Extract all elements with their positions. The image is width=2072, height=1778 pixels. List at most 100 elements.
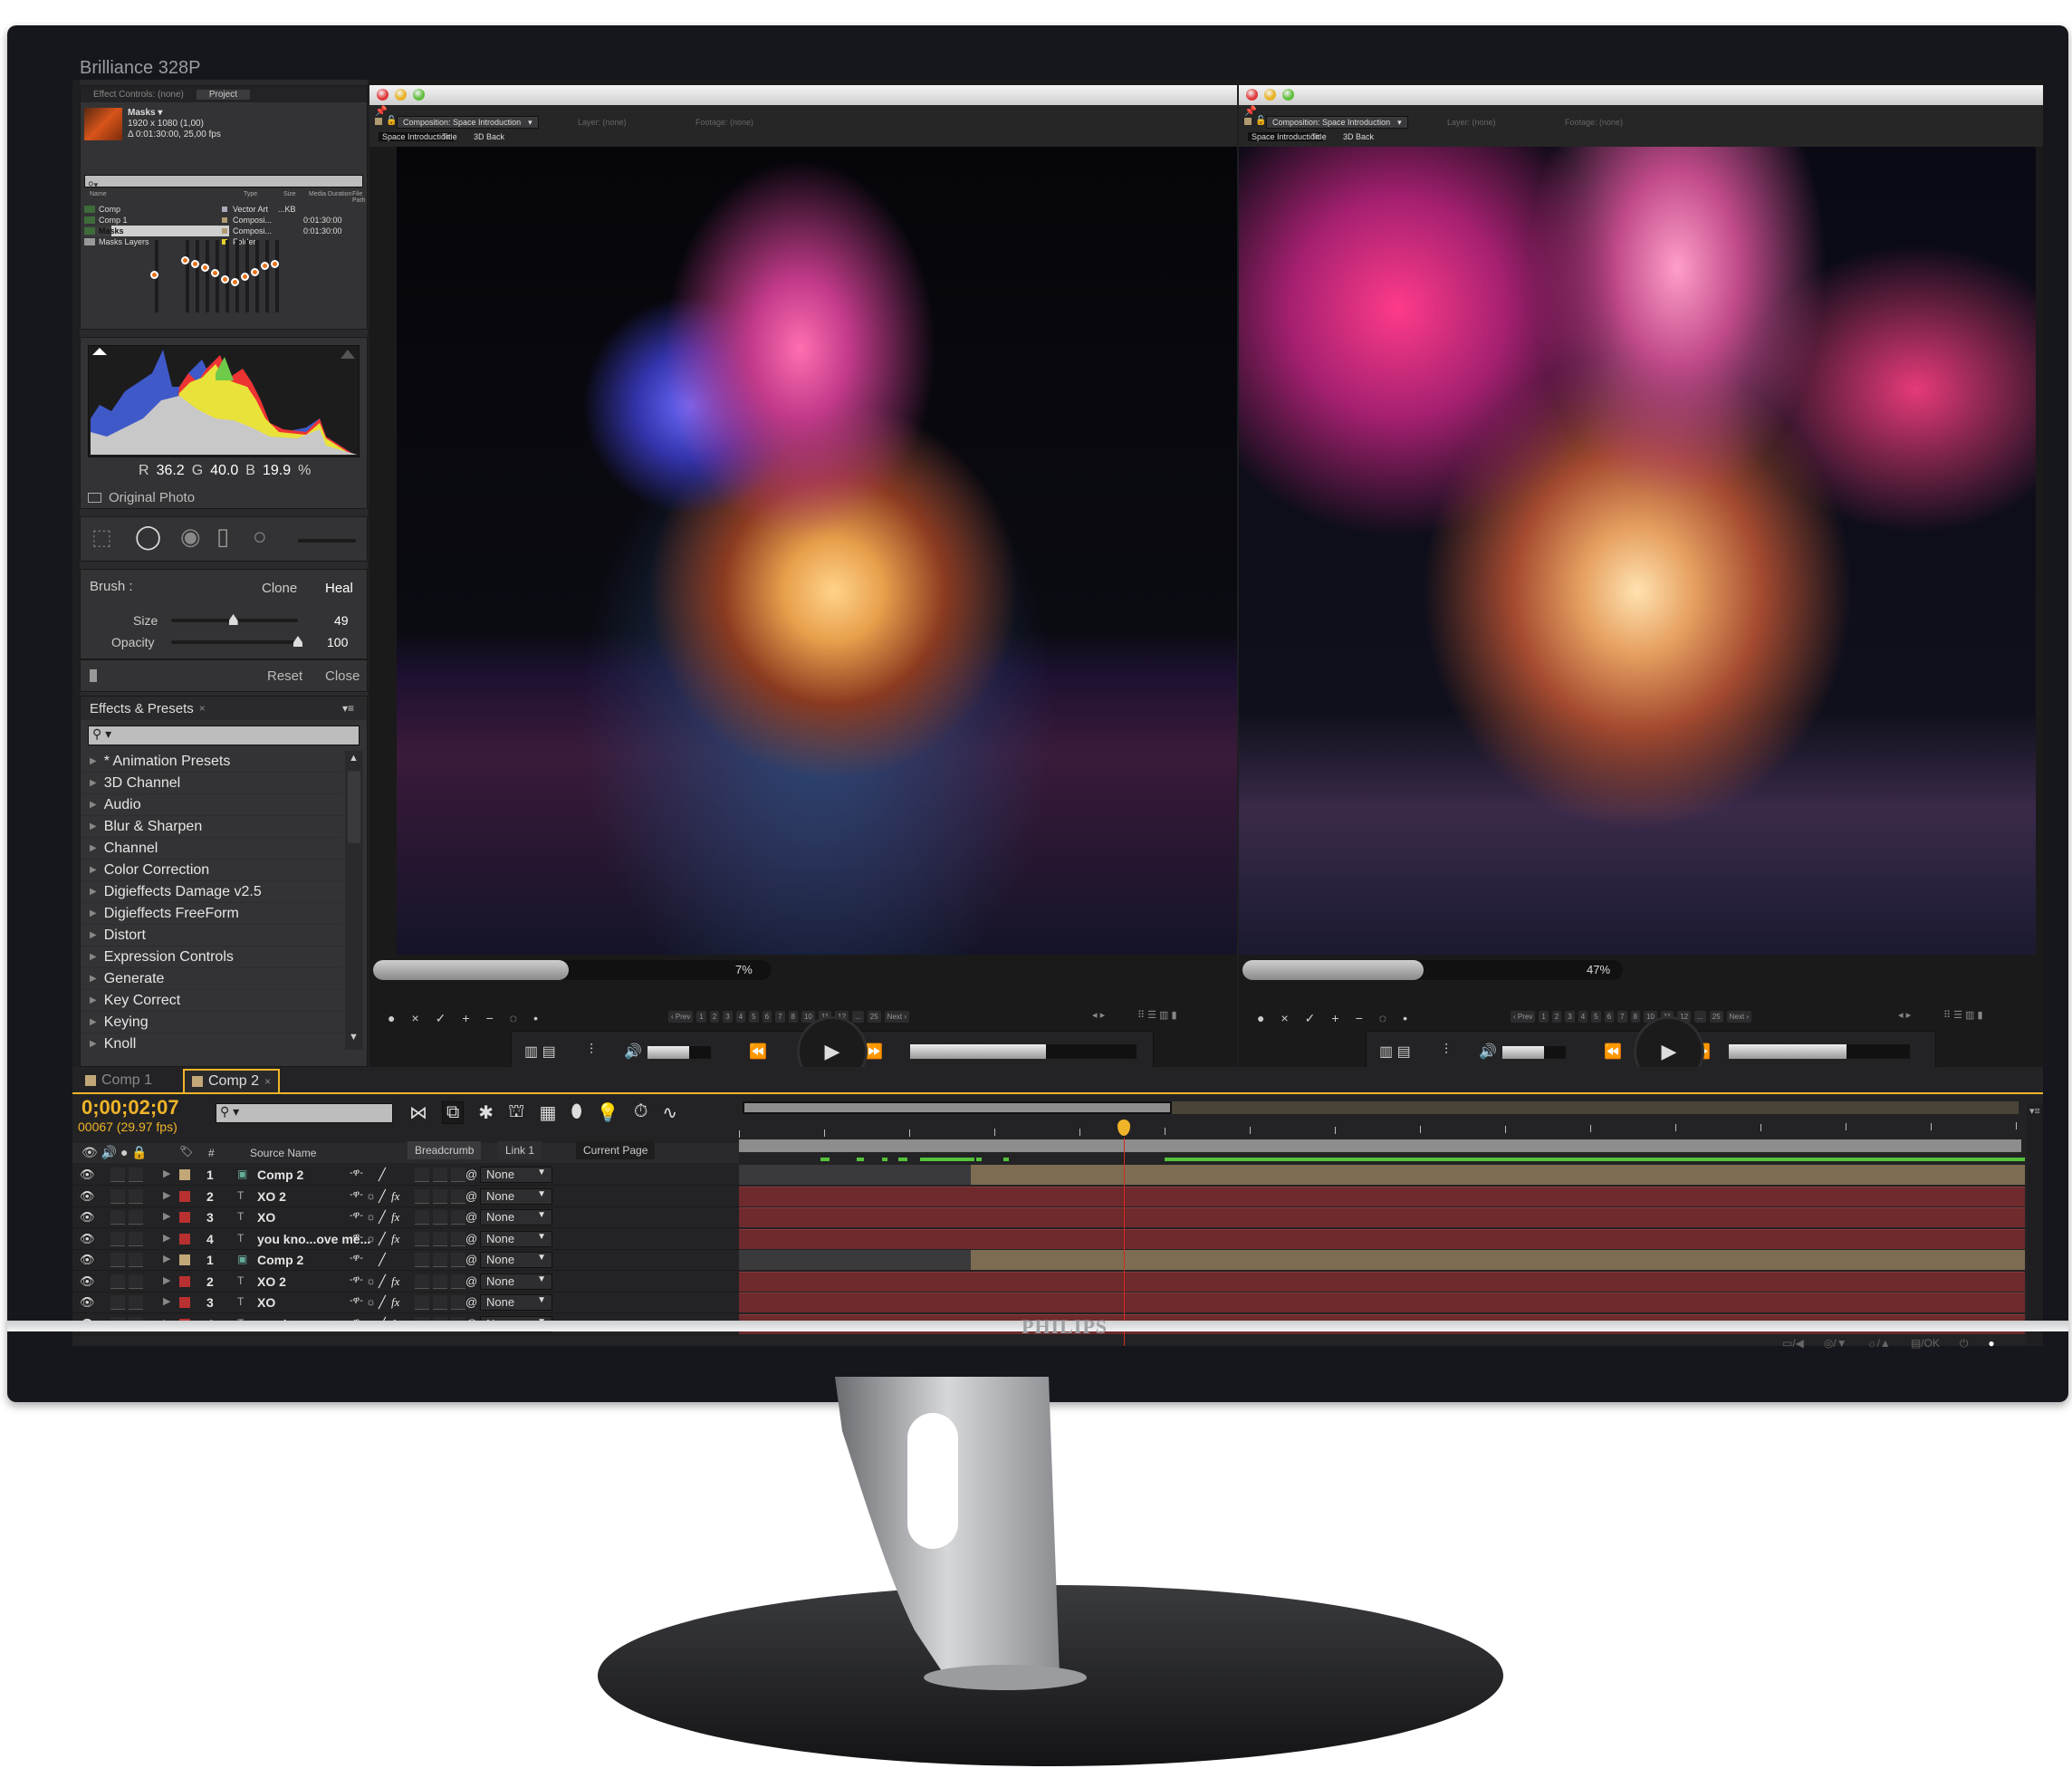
size-slider-thumb[interactable]: [228, 614, 238, 625]
expand-triangle-icon[interactable]: ▶: [163, 1232, 170, 1244]
graph-editor-icon[interactable]: ∿: [662, 1101, 677, 1124]
eq-band-knob[interactable]: [221, 274, 229, 284]
shy-switch-icon[interactable]: -ዋ-: [350, 1189, 363, 1201]
page-button[interactable]: 4: [735, 1011, 746, 1023]
page-button[interactable]: 4: [1578, 1011, 1588, 1023]
visibility-eye-icon[interactable]: 👁: [80, 1189, 95, 1204]
layer-row[interactable]: 👁 ▶ 2 T XO 2 -ዋ- ☼ ╱ fx @ None ▼: [72, 1187, 739, 1207]
checkbox-icon[interactable]: [88, 493, 101, 503]
red-eye-icon[interactable]: ◉: [180, 523, 201, 551]
track-bar[interactable]: [971, 1250, 2025, 1270]
composition-dropdown[interactable]: Composition: Space Introduction ▾: [397, 116, 539, 129]
prev-next-arrows[interactable]: ◂ ▸: [1092, 1009, 1105, 1021]
collapse-switch-icon[interactable]: ╱: [379, 1232, 386, 1246]
layer-row[interactable]: 👁 ▶ 3 T XO -ዋ- ☼ ╱ fx @ None ▼: [72, 1293, 739, 1313]
page-button[interactable]: 2: [1551, 1011, 1562, 1023]
switch-box[interactable]: [451, 1295, 465, 1310]
current-timecode[interactable]: 0;00;02;07: [82, 1096, 179, 1120]
page-button[interactable]: 3: [723, 1011, 733, 1023]
lock-toggle[interactable]: [129, 1253, 143, 1267]
track-bar[interactable]: [739, 1186, 2025, 1206]
shy-layers-icon[interactable]: ✱: [478, 1101, 494, 1124]
clone-button[interactable]: Clone: [262, 581, 297, 596]
prev-next-arrows[interactable]: ◂ ▸: [1898, 1009, 1911, 1021]
effect-category[interactable]: ▶ Audio: [81, 794, 343, 816]
pickwhip-icon[interactable]: @: [465, 1274, 477, 1288]
switch-box[interactable]: [433, 1273, 447, 1289]
eq-band-knob[interactable]: [231, 278, 239, 286]
page-button[interactable]: 1: [696, 1011, 706, 1023]
label-color-swatch[interactable]: [179, 1275, 190, 1287]
page-button[interactable]: 25: [1709, 1011, 1723, 1023]
expand-triangle-icon[interactable]: ▶: [90, 1017, 97, 1027]
scrub-fill[interactable]: [910, 1044, 1046, 1059]
eq-band-knob[interactable]: [191, 260, 199, 268]
expand-triangle-icon[interactable]: ▶: [90, 952, 97, 962]
accept-icon[interactable]: ✓: [1305, 1011, 1316, 1026]
tab-comp-1[interactable]: Comp 1: [85, 1071, 152, 1091]
dot-off-icon[interactable]: ◌: [510, 1011, 517, 1026]
reset-button[interactable]: Reset: [267, 668, 302, 684]
effects-scrollbar[interactable]: ▲ ▼: [345, 751, 363, 1050]
expand-triangle-icon[interactable]: ▶: [90, 843, 97, 853]
shy-switch-icon[interactable]: -ዋ-: [350, 1253, 363, 1264]
brainstorm-icon[interactable]: ⬮: [571, 1101, 582, 1124]
opacity-slider[interactable]: [171, 640, 298, 644]
view-mode-icons[interactable]: ⠿ ☰ ▥ ▮: [1137, 1009, 1177, 1021]
dot-on-icon[interactable]: •: [533, 1011, 538, 1026]
shy-switch-icon[interactable]: -ዋ-: [350, 1232, 363, 1244]
pickwhip-icon[interactable]: @: [465, 1232, 477, 1245]
track-bar[interactable]: [739, 1228, 2025, 1249]
effect-switch-icon[interactable]: fx: [391, 1189, 399, 1204]
visibility-eye-icon[interactable]: 👁: [80, 1253, 95, 1267]
brightness-down-button[interactable]: ◎/▼: [1824, 1337, 1847, 1350]
input-left-button[interactable]: ▭/◀: [1782, 1337, 1804, 1350]
panel-menu-icon[interactable]: ▾≡: [2029, 1105, 2040, 1117]
scroll-down-icon[interactable]: ▼: [349, 1032, 359, 1043]
stopwatch-icon[interactable]: ⏱: [634, 1101, 648, 1124]
col-duration[interactable]: Media Duration: [309, 191, 351, 197]
composition-mini-flowchart-icon[interactable]: ⋈: [409, 1101, 427, 1124]
label-color-swatch[interactable]: [179, 1254, 190, 1265]
quality-switch-icon[interactable]: ☼: [366, 1232, 376, 1245]
collapse-switch-icon[interactable]: ╱: [379, 1295, 386, 1310]
reject-icon[interactable]: ×: [411, 1011, 418, 1026]
expand-triangle-icon[interactable]: ▶: [90, 756, 97, 766]
audio-toggle[interactable]: [110, 1210, 125, 1225]
page-button[interactable]: ‹ Prev: [668, 1011, 694, 1023]
collapse-switch-icon[interactable]: ╱: [379, 1253, 386, 1267]
lock-toggle[interactable]: [129, 1168, 143, 1182]
collapse-switch-icon[interactable]: ╱: [379, 1168, 386, 1182]
effect-category[interactable]: ▶ Keying: [81, 1012, 343, 1033]
lock-toggle[interactable]: [129, 1273, 143, 1289]
page-button[interactable]: Next ›: [884, 1011, 910, 1023]
expand-triangle-icon[interactable]: ▶: [163, 1210, 170, 1222]
viewer-zoom-bar[interactable]: 7%: [373, 960, 772, 980]
page-button[interactable]: 3: [1565, 1011, 1575, 1023]
effects-title[interactable]: Effects & Presets: [90, 701, 194, 716]
layer-row[interactable]: 👁 ▶ 1 ▣ Comp 2 -ዋ- ╱ @ None ▼: [72, 1165, 739, 1186]
dot-on-icon[interactable]: •: [1403, 1011, 1407, 1026]
page-button[interactable]: 7: [775, 1011, 785, 1023]
page-button[interactable]: 8: [1630, 1011, 1640, 1023]
project-item[interactable]: Comp 1 Composi... 0:01:30:00: [84, 215, 365, 226]
parent-dropdown[interactable]: None ▼: [480, 1230, 552, 1247]
viewer-breadcrumb[interactable]: 3D Back: [474, 132, 504, 141]
timeline-search-input[interactable]: ⚲ ▾: [216, 1103, 393, 1123]
layer-row[interactable]: 👁 ▶ 3 T XO -ዋ- ☼ ╱ fx @ None ▼: [72, 1207, 739, 1228]
audio-toggle[interactable]: [110, 1253, 125, 1267]
heal-button[interactable]: Heal: [325, 581, 353, 596]
expand-triangle-icon[interactable]: ▶: [163, 1295, 170, 1307]
lock-toggle[interactable]: [129, 1231, 143, 1246]
eq-band-knob[interactable]: [201, 264, 209, 272]
expand-triangle-icon[interactable]: ▶: [163, 1253, 170, 1264]
switch-box[interactable]: [451, 1273, 465, 1289]
effect-switch-icon[interactable]: fx: [391, 1295, 399, 1310]
switch-box[interactable]: [433, 1188, 447, 1204]
frame-blending-icon[interactable]: ⛫: [508, 1101, 524, 1124]
track-bar[interactable]: [739, 1293, 2025, 1312]
expand-triangle-icon[interactable]: ▶: [90, 995, 97, 1005]
switch-box[interactable]: [433, 1295, 447, 1310]
close-window-button[interactable]: [1246, 89, 1258, 101]
lock-icon[interactable]: 🔓: [1255, 116, 1266, 126]
